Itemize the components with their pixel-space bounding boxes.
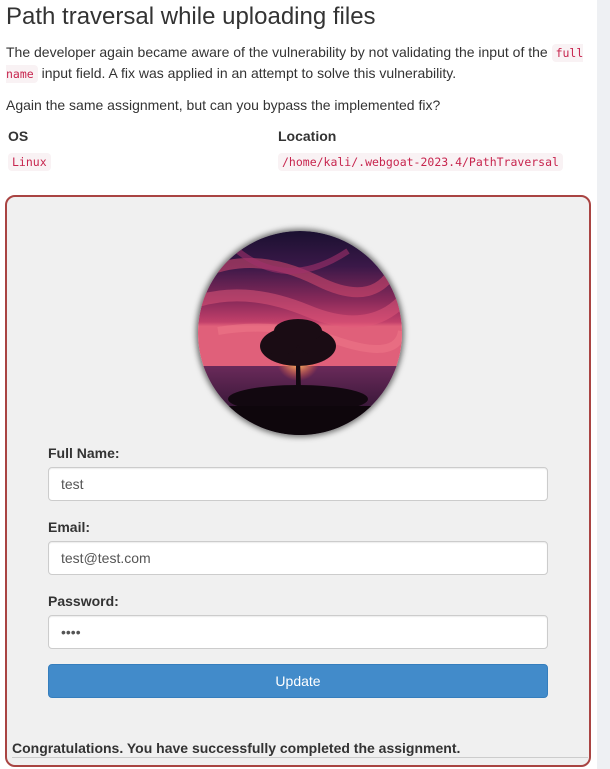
feedback-divider <box>12 757 588 758</box>
intro-text-after: input field. A fix was applied in an att… <box>37 65 457 81</box>
sunset-tree-image <box>198 231 402 435</box>
scrollbar-track[interactable] <box>597 0 610 769</box>
page: Path traversal while uploading files The… <box>0 0 610 769</box>
os-header: OS <box>8 128 29 144</box>
email-input[interactable] <box>48 541 548 575</box>
lesson-intro: The developer again became aware of the … <box>6 42 591 84</box>
upload-form: Full Name: Email: Password: Update Congr… <box>5 195 591 767</box>
full-name-input[interactable] <box>48 467 548 501</box>
email-label: Email: <box>48 519 91 535</box>
success-message: Congratulations. You have successfully c… <box>12 740 461 756</box>
location-header: Location <box>278 128 337 144</box>
profile-picture[interactable] <box>198 231 402 435</box>
location-code: /home/kali/.webgoat-2023.4/PathTraversal <box>278 153 563 171</box>
page-title: Path traversal while uploading files <box>6 3 376 30</box>
password-input[interactable] <box>48 615 548 649</box>
intro-text-before: The developer again became aware of the … <box>6 44 552 60</box>
full-name-label: Full Name: <box>48 445 120 461</box>
password-label: Password: <box>48 593 119 609</box>
os-code: Linux <box>8 153 51 171</box>
location-value: /home/kali/.webgoat-2023.4/PathTraversal <box>278 153 563 171</box>
update-button[interactable]: Update <box>48 664 548 698</box>
os-value: Linux <box>8 153 51 171</box>
assignment-text: Again the same assignment, but can you b… <box>6 97 441 113</box>
